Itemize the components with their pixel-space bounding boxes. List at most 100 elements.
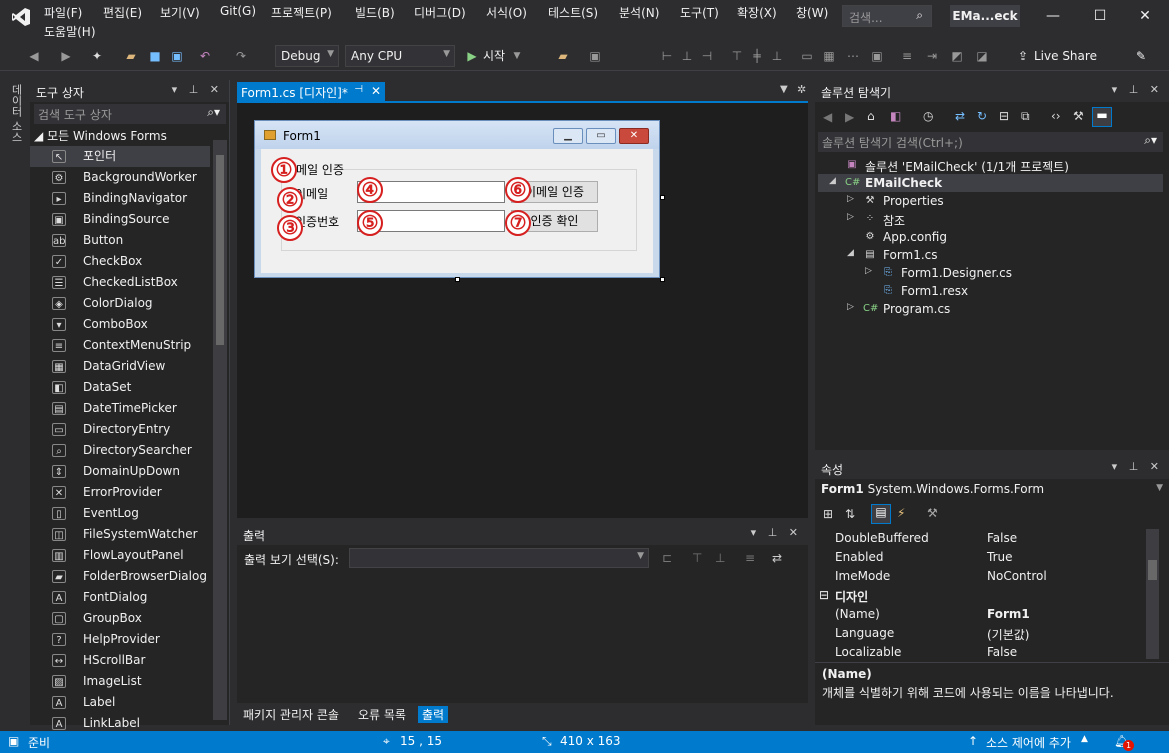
property-value[interactable]: True (987, 550, 1013, 564)
toolbox-item[interactable]: ≡ ContextMenuStrip (30, 335, 210, 356)
property-row[interactable]: Localizable False (815, 643, 1145, 662)
solution-search-input[interactable]: 솔루션 탐색기 검색(Ctrl+;) ⌕▾ (818, 132, 1163, 152)
tab-output[interactable]: 출력 (418, 706, 449, 723)
platform-combo[interactable]: Any CPU ▼ (345, 45, 455, 67)
toolbox-item[interactable]: ◈ ColorDialog (30, 293, 210, 314)
object-selector[interactable]: Form1 System.Windows.Forms.Form ▼ (815, 480, 1169, 500)
switch-views-icon[interactable]: ◧ (890, 109, 901, 123)
save-icon[interactable]: ■ (148, 49, 162, 63)
menu-edit[interactable]: 편집(E) (103, 4, 142, 21)
clear-all-icon[interactable]: ≡ (745, 551, 755, 565)
align-top-icon[interactable]: ⊤ (730, 49, 744, 63)
tab-package-manager[interactable]: 패키지 관리자 콘솔 (243, 706, 339, 723)
solution-tree-item[interactable]: ▷ C# Program.cs (815, 300, 1155, 318)
word-wrap-icon[interactable]: ⇄ (772, 551, 782, 565)
properties-wrench-icon[interactable]: ⚒ (1073, 109, 1084, 123)
properties-view-icon[interactable]: ▤ (871, 504, 891, 524)
preview-icon[interactable]: ▬ (1092, 107, 1112, 127)
start-button[interactable]: 시작 (483, 47, 505, 64)
search-input[interactable]: 검색... ⌕ (842, 5, 932, 27)
menu-analyze[interactable]: 분석(N) (619, 4, 659, 21)
send-back-icon[interactable]: ◪ (975, 49, 989, 63)
toolbox-item[interactable]: A FontDialog (30, 587, 210, 608)
toolbox-item[interactable]: ▤ DateTimePicker (30, 398, 210, 419)
toolbox-item[interactable]: ↔ HScrollBar (30, 650, 210, 671)
property-row[interactable]: DoubleBuffered False (815, 529, 1145, 548)
back-icon[interactable]: ◀ (823, 110, 832, 124)
redo-icon[interactable]: ↷ (234, 49, 248, 63)
menu-view[interactable]: 보기(V) (160, 4, 200, 21)
events-icon[interactable]: ⚡ (897, 506, 905, 520)
tab-order-icon[interactable]: ⇥ (925, 49, 939, 63)
resize-handle-bottom[interactable] (455, 277, 460, 282)
toolbox-item[interactable]: ? HelpProvider (30, 629, 210, 650)
property-pages-icon[interactable]: ⚒ (927, 506, 938, 520)
panel-controls[interactable]: ▾ ⊥ ✕ (1112, 83, 1163, 96)
align-right-icon[interactable]: ⊣ (700, 49, 714, 63)
toolbox-item[interactable]: A Label (30, 692, 210, 713)
refresh-icon[interactable]: ↻ (977, 109, 987, 123)
align-middle-icon[interactable]: ╪ (750, 49, 764, 63)
property-row[interactable]: (Name) Form1 (815, 605, 1145, 624)
property-value[interactable]: (기본값) (987, 626, 1029, 643)
categorized-icon[interactable]: ⊞ (823, 507, 833, 521)
solution-tree-item[interactable]: ◢ C# EMailCheck (815, 174, 1155, 192)
gear-icon[interactable]: ✲ (797, 83, 806, 96)
collapse-all-icon[interactable]: ⊟ (999, 109, 1009, 123)
solution-tree-item[interactable]: ◢ ▤ Form1.cs (815, 246, 1155, 264)
output-source-combo[interactable]: ▼ (349, 548, 649, 568)
panel-controls[interactable]: ▾ ⊥ ✕ (1112, 460, 1163, 473)
menu-extensions[interactable]: 확장(X) (737, 4, 777, 21)
solution-tree-item[interactable]: ⚙ App.config (815, 228, 1155, 246)
scrollbar-thumb[interactable] (1148, 560, 1157, 580)
next-message-icon[interactable]: ⊥ (715, 551, 725, 565)
toolbox-item[interactable]: ✓ CheckBox (30, 251, 210, 272)
menu-project[interactable]: 프로젝트(P) (271, 4, 332, 21)
properties-scrollbar[interactable] (1146, 529, 1159, 659)
toolbox-item[interactable]: ▥ FlowLayoutPanel (30, 545, 210, 566)
expand-arrow-icon[interactable]: ▷ (847, 194, 854, 204)
toolbox-item[interactable]: ⚙ BackgroundWorker (30, 167, 210, 188)
center-icon[interactable]: ▣ (870, 49, 884, 63)
resize-handle-corner[interactable] (660, 277, 665, 282)
panel-controls[interactable]: ▾ ⊥ ✕ (751, 526, 802, 539)
collapse-icon[interactable]: ⊟ (819, 588, 829, 602)
open-folder-icon[interactable]: ▰ (556, 49, 570, 63)
start-icon[interactable]: ▶ (465, 49, 479, 63)
tab-error-list[interactable]: 오류 목록 (358, 706, 406, 723)
spacing-icon[interactable]: ⋯ (846, 49, 860, 63)
toolbox-item[interactable]: ◫ FileSystemWatcher (30, 524, 210, 545)
solution-tree-item[interactable]: ▷ ⚒ Properties (815, 192, 1155, 210)
expand-arrow-icon[interactable]: ▷ (847, 212, 854, 222)
toolbox-item[interactable]: ↖ 포인터 (30, 146, 210, 167)
solution-tree-item[interactable]: ▣ 솔루션 'EMailCheck' (1/1개 프로젝트) (815, 156, 1155, 174)
toolbox-item[interactable]: ☰ CheckedListBox (30, 272, 210, 293)
same-size-icon[interactable]: ▭ (800, 49, 814, 63)
panel-controls[interactable]: ▾ ⊥ ✕ (172, 83, 223, 96)
menu-test[interactable]: 테스트(S) (548, 4, 598, 21)
menu-format[interactable]: 서식(O) (486, 4, 527, 21)
pending-changes-icon[interactable]: ◷ (923, 109, 933, 123)
sync-icon[interactable]: ⇄ (955, 109, 965, 123)
data-sources-tab[interactable]: 데이터 소스 (6, 84, 24, 143)
menu-debug[interactable]: 디버그(D) (414, 4, 466, 21)
toolbox-item[interactable]: ▸ BindingNavigator (30, 188, 210, 209)
feedback-icon[interactable]: ✎ (1134, 49, 1148, 63)
toolbox-group-header[interactable]: ◢ 모든 Windows Forms (34, 127, 167, 144)
property-row[interactable]: Language (기본값) (815, 624, 1145, 643)
undo-icon[interactable]: ↶ (198, 49, 212, 63)
align-center-icon[interactable]: ⊥ (680, 49, 694, 63)
tab-form1-designer[interactable]: Form1.cs [디자인]* ✕ ⊣ (237, 82, 385, 102)
minimize-icon[interactable]: — (1043, 8, 1063, 26)
view-code-icon[interactable]: ‹› (1051, 109, 1061, 123)
form1-window[interactable]: Form1 ▁ ▭ ✕ 이메일 인증 이메일 인증번호 이메일 인증 인증 확인… (254, 120, 660, 278)
forward-icon[interactable]: ▶ (845, 110, 854, 124)
property-category[interactable]: ⊟ 디자인 (815, 586, 1145, 605)
toolbox-search-input[interactable]: 검색 도구 상자 ⌕▾ (34, 104, 226, 124)
grid-icon[interactable]: ▦ (822, 49, 836, 63)
menu-help[interactable]: 도움말(H) (44, 23, 96, 40)
new-project-icon[interactable]: ✦ (90, 49, 104, 63)
property-value[interactable]: NoControl (987, 569, 1047, 583)
configuration-combo[interactable]: Debug ▼ (275, 45, 339, 67)
close-icon[interactable]: ✕ (1135, 8, 1155, 26)
